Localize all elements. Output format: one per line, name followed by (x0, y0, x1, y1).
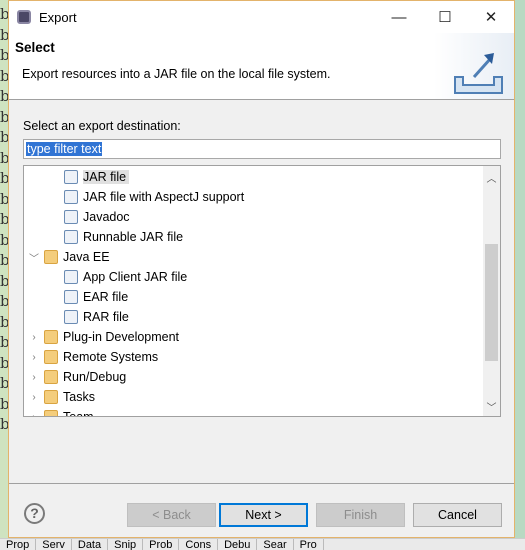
tree-item[interactable]: Runnable JAR file (64, 227, 183, 247)
file-icon (64, 310, 78, 324)
tree-item-label: Remote Systems (63, 350, 159, 364)
scroll-thumb[interactable] (485, 244, 498, 361)
tree-item[interactable]: › Tasks (28, 387, 95, 407)
file-icon (64, 190, 78, 204)
cancel-button[interactable]: Cancel (413, 503, 502, 527)
finish-button[interactable]: Finish (316, 503, 405, 527)
wizard-header: Select Export resources into a JAR file … (9, 33, 514, 100)
export-banner-icon (434, 33, 514, 99)
background-view-tabs: Prop Serv Data Snip Prob Cons Debu Sear Pro (0, 538, 525, 550)
view-tab: Serv (36, 539, 72, 550)
title-bar: Export — ☐ ✕ (9, 1, 514, 33)
tree-item[interactable]: Javadoc (64, 207, 130, 227)
background-edge (515, 0, 525, 540)
tree-item[interactable]: › Team (28, 407, 94, 417)
tree-item[interactable]: RAR file (64, 307, 129, 327)
tree-scrollbar[interactable]: ︿ ﹀ (483, 166, 500, 416)
chevron-right-icon[interactable]: › (28, 352, 40, 363)
view-tab: Sear (257, 539, 294, 550)
view-tab: Snip (108, 539, 144, 550)
export-dialog: Export — ☐ ✕ Select Export resources int… (8, 0, 515, 538)
view-tab: Debu (218, 539, 258, 550)
tree-item[interactable]: JAR file (64, 167, 130, 187)
eclipse-icon (17, 10, 31, 24)
help-icon[interactable]: ? (24, 503, 45, 524)
tree-item[interactable]: EAR file (64, 287, 128, 307)
file-icon (64, 290, 78, 304)
close-button[interactable]: ✕ (468, 1, 514, 33)
tree-item-label: Team (63, 410, 94, 417)
chevron-right-icon[interactable]: › (28, 372, 40, 383)
tree-item[interactable]: JAR file with AspectJ support (64, 187, 244, 207)
destination-label: Select an export destination: (23, 119, 181, 133)
filter-text: type filter text (26, 142, 103, 156)
tree-item-label: Runnable JAR file (83, 230, 184, 244)
scroll-down-icon[interactable]: ﹀ (483, 399, 500, 414)
tree-item-label: EAR file (83, 290, 129, 304)
tree-item-label: Run/Debug (63, 370, 127, 384)
folder-icon (44, 410, 58, 416)
tree-item-label: RAR file (83, 310, 129, 324)
chevron-down-icon[interactable]: ﹀ (28, 250, 40, 265)
chevron-right-icon[interactable]: › (28, 332, 40, 343)
chevron-right-icon[interactable]: › (28, 392, 40, 403)
tree-item[interactable]: ﹀ Java EE (28, 247, 110, 267)
page-title: Select (15, 40, 55, 55)
view-tab: Prob (143, 539, 180, 550)
chevron-right-icon[interactable]: › (28, 412, 40, 417)
back-button[interactable]: < Back (127, 503, 216, 527)
view-tab: Pro (294, 539, 324, 550)
file-icon (64, 230, 78, 244)
tree-item-label: JAR file (83, 170, 130, 184)
tree-item[interactable]: › Run/Debug (28, 367, 126, 387)
folder-icon (44, 250, 58, 264)
folder-icon (44, 370, 58, 384)
file-icon (64, 170, 78, 184)
tree-item-label: Tasks (63, 390, 95, 404)
file-icon (64, 270, 78, 284)
tree-item[interactable]: App Client JAR file (64, 267, 187, 287)
maximize-button[interactable]: ☐ (422, 1, 468, 33)
footer-divider (9, 483, 514, 484)
view-tab: Cons (179, 539, 219, 550)
tree-item-label: JAR file with AspectJ support (83, 190, 245, 204)
tree-item-label: Java EE (63, 250, 110, 264)
tree-item-label: Plug-in Development (63, 330, 180, 344)
tree-item[interactable]: › Plug-in Development (28, 327, 179, 347)
scroll-up-icon[interactable]: ︿ (483, 170, 500, 185)
view-tab: Data (72, 539, 109, 550)
tree-item-label: Javadoc (83, 210, 130, 224)
destination-tree[interactable]: › Team › Tasks › Run/Debug › Remote Systems › Plu… (23, 165, 501, 417)
folder-icon (44, 350, 58, 364)
tree-item[interactable]: › Remote Systems (28, 347, 158, 367)
filter-input[interactable]: type filter text (23, 139, 501, 159)
page-description: Export resources into a JAR file on the … (22, 67, 331, 81)
folder-icon (44, 390, 58, 404)
tree-item-label: App Client JAR file (83, 270, 188, 284)
folder-icon (44, 330, 58, 344)
file-icon (64, 210, 78, 224)
view-tab: Prop (0, 539, 37, 550)
minimize-button[interactable]: — (376, 1, 422, 33)
next-button[interactable]: Next > (219, 503, 308, 527)
window-title: Export (39, 9, 77, 25)
